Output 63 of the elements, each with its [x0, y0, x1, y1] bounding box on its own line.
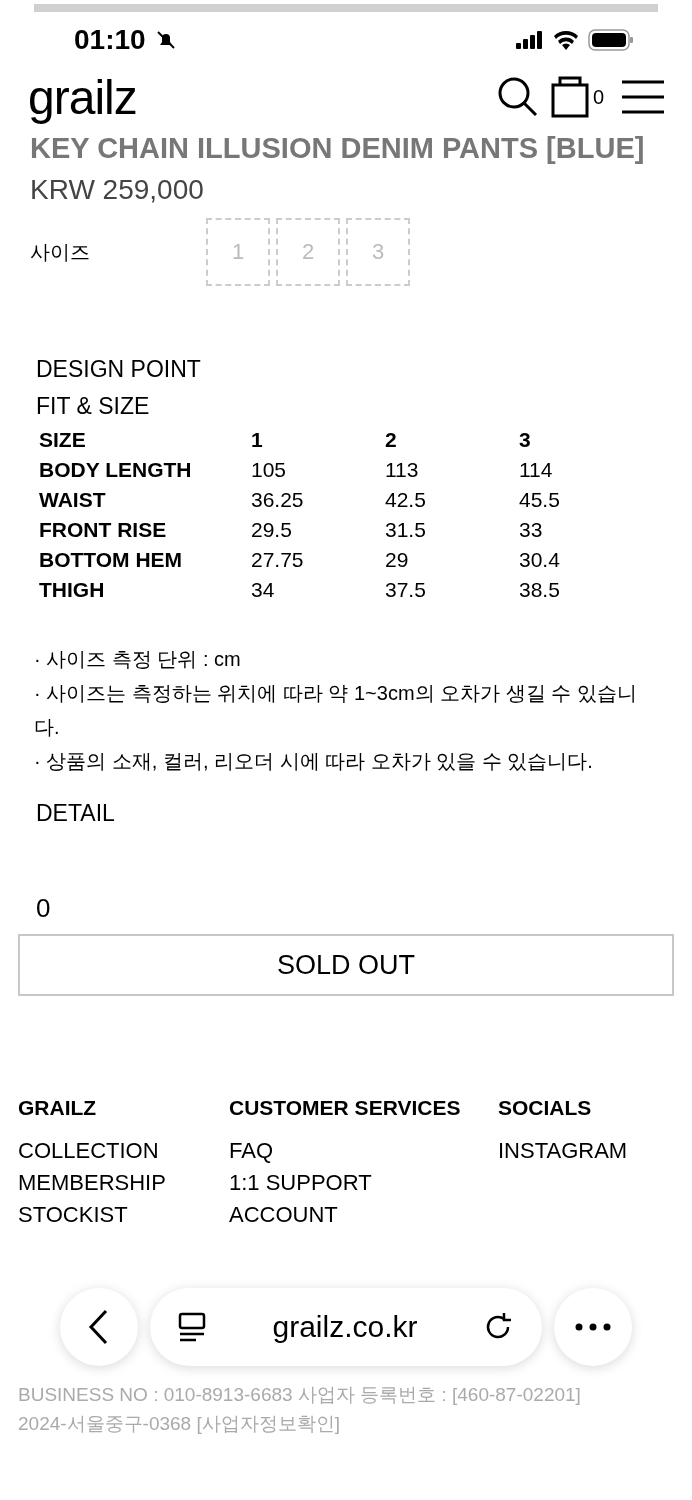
table-cell-text: 30.4 [519, 548, 561, 572]
section-heading: DESIGN POINT [36, 356, 202, 383]
size-label: 사이즈 [30, 239, 91, 265]
footer-heading: GRAILZ [18, 1096, 98, 1120]
battery-icon [588, 29, 634, 51]
business-info: 2024-서울중구-0368 [사업자정보확인] [18, 1412, 342, 1436]
shopping-bag-icon[interactable] [550, 76, 589, 118]
size-note: · 사이즈 측정 단위 : cm [34, 647, 242, 672]
section-heading: DETAIL [36, 800, 116, 827]
footer-link[interactable]: INSTAGRAM [498, 1138, 628, 1164]
cart-count: 0 [592, 85, 604, 109]
search-icon[interactable] [496, 76, 539, 118]
table-header: 3 [519, 428, 532, 452]
table-cell-text: 42.5 [385, 488, 427, 512]
table-cell-text: 38.5 [519, 578, 561, 602]
site-logo[interactable]: grailz [28, 69, 137, 125]
table-cell-text: 105 [251, 458, 288, 482]
footer-link[interactable]: STOCKIST [18, 1202, 229, 1228]
wifi-icon [552, 30, 580, 50]
table-cell-text: 31.5 [385, 518, 427, 542]
table-cell-text: BOTTOM HEM [39, 548, 184, 572]
footer-link[interactable]: FAQ [229, 1138, 498, 1164]
quantity-value: 0 [35, 892, 52, 925]
footer-link[interactable]: MEMBERSHIP [18, 1170, 229, 1196]
menu-icon[interactable] [622, 80, 664, 114]
size-note: · 사이즈는 측정하는 위치에 따라 약 1~3cm의 오차가 생길 수 있습니다. [34, 681, 638, 740]
size-note: · 상품의 소재, 컬러, 리오더 시에 따라 오차가 있을 수 있습니다. [34, 749, 594, 774]
table-cell-text: THIGH [39, 578, 106, 602]
table-cell-text: 113 [385, 458, 420, 482]
table-header: 2 [385, 428, 398, 452]
table-header: 1 [251, 428, 264, 452]
table-cell-text: 34 [251, 578, 276, 602]
table-cell-text: 29 [385, 548, 410, 572]
business-info: BUSINESS NO : 010-8913-6683 사업자 등록번호 : [460-87-02201] [18, 1383, 582, 1407]
signal-icon [516, 31, 544, 49]
product-title: KEY CHAIN ILLUSION DENIM PANTS [BLUE] [30, 131, 646, 166]
table-header: SIZE [39, 428, 87, 452]
more-button[interactable] [554, 1288, 632, 1366]
table-cell-text: 33 [519, 518, 544, 542]
chevron-left-icon [88, 1309, 110, 1345]
tabs-icon[interactable] [178, 1312, 206, 1342]
footer-heading: SOCIALS [498, 1096, 593, 1120]
table-cell-text: 114 [519, 458, 554, 482]
back-button[interactable] [60, 1288, 138, 1366]
table-cell-text: 27.75 [251, 548, 305, 572]
footer-heading: CUSTOMER SERVICES [229, 1096, 462, 1120]
address-bar[interactable]: grailz.co.kr [150, 1288, 542, 1366]
table-cell-text: 37.5 [385, 578, 427, 602]
url-text: grailz.co.kr [271, 1310, 419, 1344]
table-cell-text: 45.5 [519, 488, 561, 512]
table-cell-text: FRONT RISE [39, 518, 168, 542]
table-cell-text: BODY LENGTH [39, 458, 193, 482]
table-cell-text: 29.5 [251, 518, 293, 542]
sold-out-button[interactable]: SOLD OUT [18, 934, 674, 996]
more-icon [575, 1323, 611, 1331]
table-cell-text: WAIST [39, 488, 107, 512]
section-heading: FIT & SIZE [36, 393, 151, 420]
footer-link[interactable]: ACCOUNT [229, 1202, 498, 1228]
status-time: 01:10 [74, 24, 146, 56]
product-price: KRW 259,000 [30, 174, 205, 206]
footer-link[interactable]: COLLECTION [18, 1138, 229, 1164]
table-cell-text: 36.25 [251, 488, 305, 512]
footer-link[interactable]: 1:1 SUPPORT [229, 1170, 498, 1196]
